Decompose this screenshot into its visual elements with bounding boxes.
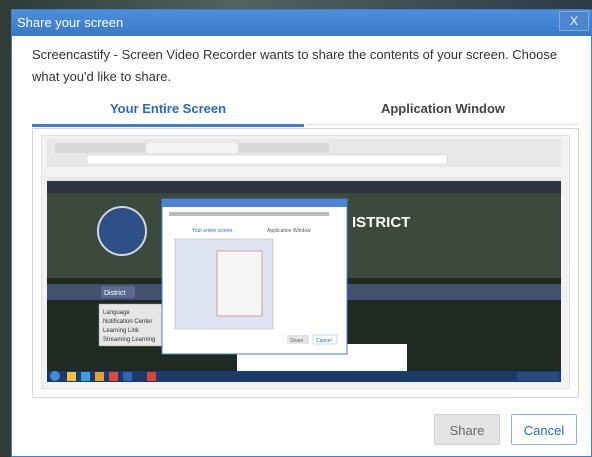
- taskbar-app-icon: [147, 372, 156, 381]
- cancel-button[interactable]: Cancel: [511, 414, 577, 445]
- system-tray: [517, 372, 559, 381]
- bookmarks-bar: [47, 167, 561, 177]
- site-banner: ISTRICT: [352, 214, 410, 231]
- taskbar-app-icon: [123, 372, 132, 381]
- site-menu-item: Notification Center: [103, 319, 152, 325]
- share-screen-dialog: Share your screen X Screencastify - Scre…: [11, 9, 592, 457]
- close-button[interactable]: X: [559, 11, 589, 31]
- mini-dialog-nested-preview: [216, 250, 263, 317]
- district-logo: [97, 206, 147, 256]
- screen-thumbnail: ISTRICT District Language Notification C…: [47, 139, 561, 382]
- site-header-bar: [47, 181, 561, 193]
- address-bar: [86, 154, 448, 165]
- taskbar-app-icon: [95, 372, 104, 381]
- source-tabs: Your Entire Screen Application Window: [32, 94, 579, 127]
- taskbar-app-icon: [109, 372, 118, 381]
- mini-cancel-button: Cancel: [316, 338, 332, 344]
- share-button[interactable]: Share: [434, 414, 500, 445]
- mini-dialog-prompt: [169, 212, 329, 216]
- site-nav-button: District: [104, 290, 125, 297]
- share-prompt: Screencastify - Screen Video Recorder wa…: [32, 47, 558, 84]
- mini-dialog-titlebar: [162, 199, 347, 207]
- screen-thumbnail-frame[interactable]: ISTRICT District Language Notification C…: [41, 135, 570, 389]
- site-menu-item: Learning Link: [103, 328, 140, 334]
- source-panel: ISTRICT District Language Notification C…: [32, 128, 579, 398]
- window-title: Share your screen: [17, 15, 124, 30]
- browser-tab: [147, 143, 237, 153]
- site-menu-item: Streaming Learning: [103, 337, 155, 343]
- mini-share-button: Share: [290, 338, 304, 344]
- taskbar-app-icon: [81, 372, 90, 381]
- browser-tab: [55, 143, 145, 153]
- site-menu-item: Language: [103, 310, 130, 316]
- mini-dialog-tab: Your entire screen: [192, 228, 233, 234]
- taskbar-app-icon: [67, 372, 76, 381]
- mini-dialog-tab: Application Window: [267, 228, 311, 234]
- browser-tab: [239, 143, 329, 153]
- start-button-icon: [50, 371, 60, 381]
- tab-entire-screen[interactable]: Your Entire Screen: [32, 94, 304, 127]
- tab-application-window[interactable]: Application Window: [307, 94, 579, 125]
- title-bar: Share your screen X: [12, 10, 591, 36]
